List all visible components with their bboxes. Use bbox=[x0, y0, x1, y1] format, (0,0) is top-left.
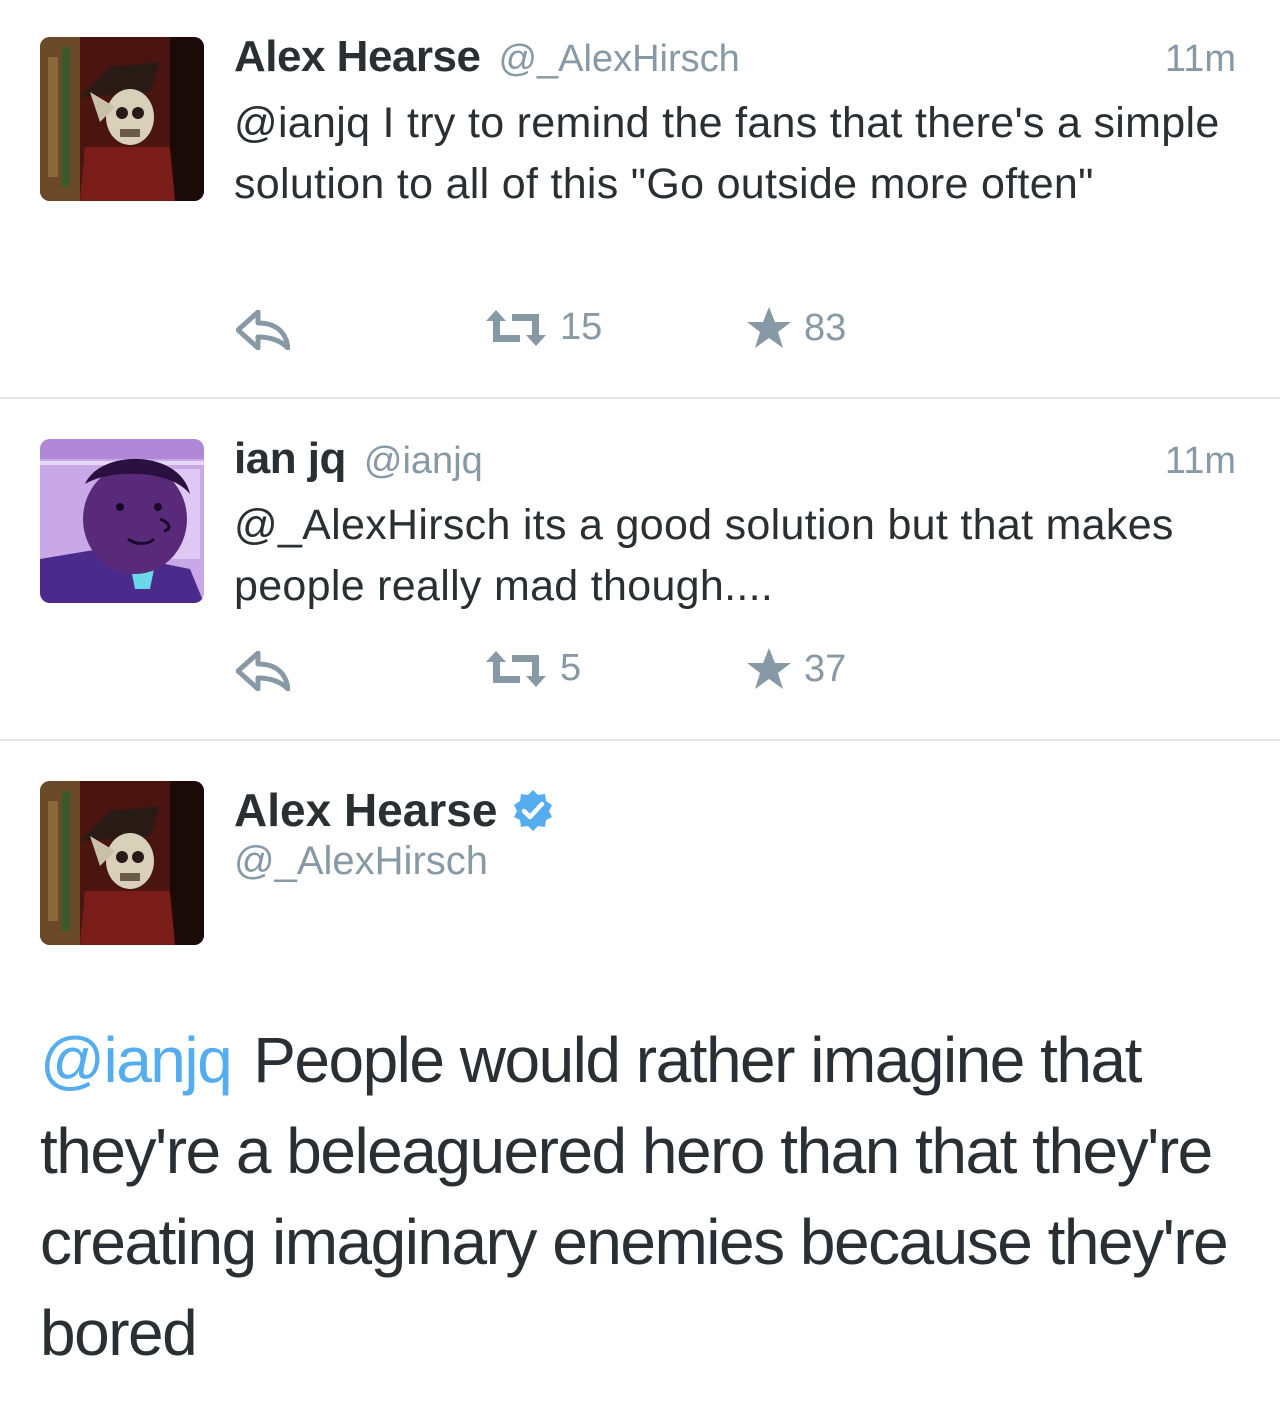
retweet-icon bbox=[486, 650, 546, 687]
purple-character-avatar-icon bbox=[40, 439, 204, 603]
star-icon bbox=[747, 307, 791, 348]
reply-button[interactable] bbox=[236, 651, 290, 691]
verified-badge-icon bbox=[514, 790, 553, 831]
tweet-2[interactable]: ian jq @ianjq 11m @_AlexHirsch its a goo… bbox=[0, 399, 1280, 739]
favorite-button[interactable]: 83 bbox=[746, 306, 846, 350]
favorite-count: 83 bbox=[804, 306, 847, 349]
user-avatar[interactable] bbox=[40, 439, 204, 603]
retweet-count: 15 bbox=[560, 306, 603, 348]
timestamp[interactable]: 11m bbox=[1165, 440, 1236, 483]
mention-link[interactable]: @ianjq bbox=[40, 1024, 233, 1096]
retweet-count: 5 bbox=[560, 647, 582, 689]
favorite-button[interactable]: 37 bbox=[746, 647, 846, 691]
main-tweet-name-row: Alex Hearse bbox=[234, 783, 555, 837]
retweet-icon bbox=[486, 309, 546, 346]
star-icon bbox=[747, 648, 791, 689]
reply-icon bbox=[236, 310, 290, 350]
skeleton-avatar-icon bbox=[40, 781, 204, 945]
main-tweet-text: @ianjq People would rather imagine that t… bbox=[40, 1015, 1250, 1379]
reply-button[interactable] bbox=[236, 310, 290, 350]
retweet-button[interactable]: 15 bbox=[484, 306, 602, 349]
display-name[interactable]: ian jq bbox=[234, 434, 346, 484]
tweet-1[interactable]: Alex Hearse @_AlexHirsch 11m @ianjq I tr… bbox=[0, 0, 1280, 397]
user-avatar[interactable] bbox=[40, 781, 204, 945]
user-avatar[interactable] bbox=[40, 37, 204, 201]
user-handle[interactable]: @ianjq bbox=[364, 440, 483, 483]
display-name[interactable]: Alex Hearse bbox=[234, 32, 481, 82]
skeleton-avatar-icon bbox=[40, 37, 204, 201]
user-handle[interactable]: @_AlexHirsch bbox=[234, 839, 488, 884]
tweet-text: @ianjq I try to remind the fans that the… bbox=[234, 99, 1220, 208]
favorite-count: 37 bbox=[804, 647, 847, 690]
main-tweet: Alex Hearse @_AlexHirsch @ianjq People wo… bbox=[0, 741, 1280, 1411]
reply-icon bbox=[236, 651, 290, 691]
timestamp[interactable]: 11m bbox=[1165, 38, 1236, 81]
user-handle[interactable]: @_AlexHirsch bbox=[498, 38, 739, 81]
display-name[interactable]: Alex Hearse bbox=[234, 783, 497, 837]
tweet-text: @_AlexHirsch its a good solution but tha… bbox=[234, 501, 1174, 610]
retweet-button[interactable]: 5 bbox=[484, 647, 581, 690]
